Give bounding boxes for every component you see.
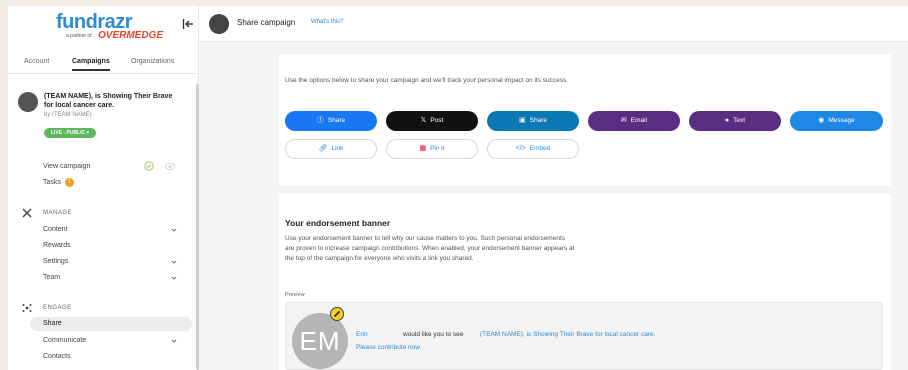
sidebar-item-contacts[interactable]: Contacts xyxy=(43,353,71,360)
campaign-title: (TEAM NAME), is Showing Their Brave for … xyxy=(44,93,173,109)
x-icon: 𝕏 xyxy=(420,117,427,124)
check-circle-icon xyxy=(144,161,154,171)
sidebar-item-share[interactable]: Share xyxy=(30,317,192,331)
endorsement-preview: EM Erin would like you to see (TEAM NAME… xyxy=(285,302,883,370)
linkedin-share-button[interactable]: ▣ Share xyxy=(487,111,579,131)
avatar: EM xyxy=(292,313,348,369)
sidebar-item-content[interactable]: Content xyxy=(43,226,68,233)
sidebar-item-rewards[interactable]: Rewards xyxy=(43,242,71,249)
linkedin-icon: ▣ xyxy=(519,117,526,124)
endorsement-banner-title: Your endorsement banner xyxy=(285,218,391,228)
engage-section-label: ENGAGE xyxy=(43,305,72,311)
fundrazr-logo[interactable]: fundrazr a partner of OVERMEDGE xyxy=(56,11,163,46)
page-title: Share campaign xyxy=(237,18,296,27)
share-intro-text: Use the options below to share your camp… xyxy=(285,77,569,84)
pin-it-button[interactable]: ▦ Pin it xyxy=(386,139,478,159)
share-card: Use the options below to share your camp… xyxy=(279,54,891,370)
campaign-thumbnail xyxy=(18,92,38,112)
chevron-down-icon[interactable] xyxy=(171,275,177,281)
email-icon: ✉ xyxy=(620,117,627,124)
network-icon xyxy=(22,304,32,312)
messenger-icon: ◉ xyxy=(818,117,825,124)
facebook-share-button[interactable]: ⓕ Share xyxy=(285,111,377,131)
contribute-link[interactable]: Please contribute now xyxy=(356,344,420,351)
logo-partner-brand: OVERMEDGE xyxy=(98,30,164,41)
tab-organizations[interactable]: Organizations xyxy=(131,58,174,65)
tasks-link[interactable]: Tasks xyxy=(43,179,61,186)
tabs-divider xyxy=(8,73,196,74)
code-icon: </> xyxy=(515,145,526,152)
manage-section-label: MANAGE xyxy=(43,210,73,216)
endorser-name: Erin xyxy=(356,331,368,338)
logo-wordmark: fundrazr xyxy=(56,11,133,33)
tab-campaigns[interactable]: Campaigns xyxy=(72,58,110,71)
app-window: fundrazr a partner of OVERMEDGE Account … xyxy=(8,6,908,370)
embed-button[interactable]: </> Embed xyxy=(487,139,579,159)
endorsement-message: would like you to see xyxy=(403,331,464,338)
view-campaign-link[interactable]: View campaign xyxy=(43,163,90,170)
logo-partner-text: a partner of xyxy=(66,33,92,39)
x-post-button[interactable]: 𝕏 Post xyxy=(386,111,478,131)
section-divider xyxy=(279,186,891,194)
campaign-owner: by (TEAM NAME) xyxy=(44,112,92,118)
page-header: Share campaign What's this? xyxy=(199,6,908,42)
campaign-link[interactable]: (TEAM NAME), is Showing Their Brave for … xyxy=(480,331,655,338)
preview-label: Preview xyxy=(285,292,305,298)
campaign-avatar xyxy=(209,14,229,34)
tasks-count-badge: 1 xyxy=(65,178,74,187)
facebook-icon: ⓕ xyxy=(316,117,324,124)
chat-icon: ● xyxy=(724,117,730,124)
endorsement-banner-description: Use your endorsement banner to tell why … xyxy=(285,235,575,262)
sidebar-tabs: Account Campaigns Organizations xyxy=(8,58,196,74)
collapse-sidebar-icon[interactable] xyxy=(182,18,194,30)
chevron-down-icon[interactable] xyxy=(171,227,177,233)
sidebar-item-settings[interactable]: Settings xyxy=(43,258,68,265)
edit-avatar-icon[interactable] xyxy=(330,307,344,321)
link-icon: 🔗︎ xyxy=(318,145,328,152)
chevron-down-icon[interactable] xyxy=(171,259,177,265)
tools-icon xyxy=(22,208,32,218)
email-share-button[interactable]: ✉ Email xyxy=(588,111,680,131)
tab-account[interactable]: Account xyxy=(24,58,49,65)
pinterest-icon: ▦ xyxy=(419,145,427,152)
messenger-share-button[interactable]: ◉ Message xyxy=(790,111,883,131)
main-content: Use the options below to share your camp… xyxy=(199,42,908,370)
whats-this-link[interactable]: What's this? xyxy=(311,19,344,25)
campaign-status-badge[interactable]: LIVE - PUBLIC ▾ xyxy=(44,128,97,138)
chevron-down-icon[interactable] xyxy=(171,338,177,344)
sidebar: fundrazr a partner of OVERMEDGE Account … xyxy=(8,6,199,370)
sidebar-item-communicate[interactable]: Communicate xyxy=(43,337,86,344)
sidebar-item-team[interactable]: Team xyxy=(43,274,60,281)
text-share-button[interactable]: ● Text xyxy=(689,111,781,131)
eye-icon[interactable] xyxy=(165,163,175,170)
copy-link-button[interactable]: 🔗︎ Link xyxy=(285,139,377,159)
